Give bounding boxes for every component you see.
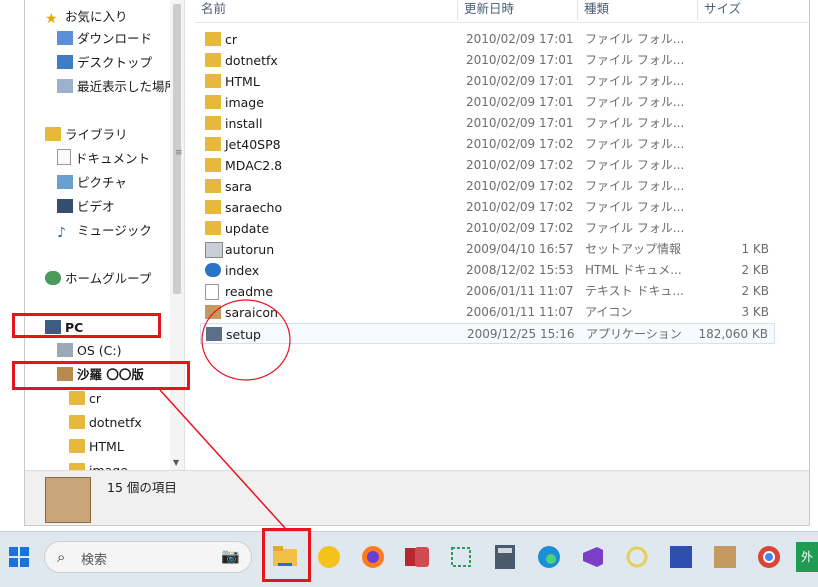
annotation-overlay	[159, 299, 291, 529]
annotation-circle	[201, 299, 291, 381]
annotation-arrow-line	[159, 389, 286, 529]
